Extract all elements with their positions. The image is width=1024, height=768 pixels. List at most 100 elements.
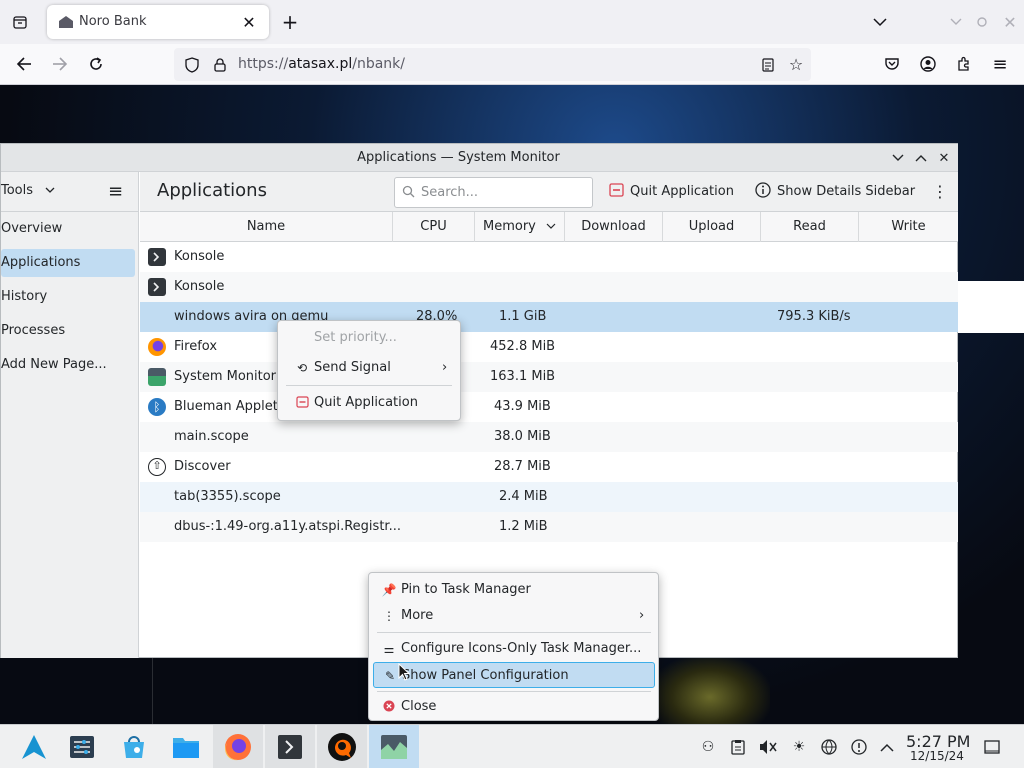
bluetooth-icon: ᛒ [148, 398, 166, 416]
bookmark-star-icon[interactable]: ☆ [784, 52, 808, 76]
file-manager-icon[interactable] [161, 725, 211, 768]
row-name: Konsole [174, 249, 225, 264]
firefox-taskbar-icon[interactable] [213, 725, 263, 768]
lock-icon[interactable] [208, 53, 232, 77]
brightness-icon[interactable]: ☀ [789, 737, 809, 757]
pin-icon: 📌 [381, 583, 397, 597]
hamburger-menu-icon[interactable]: ≡ [108, 181, 123, 202]
process-context-menu: Set priority... ⟲ Send Signal › Quit App… [277, 320, 461, 421]
firefox-icon [148, 338, 166, 356]
set-priority-menu-item[interactable]: Set priority... [282, 325, 457, 351]
column-write[interactable]: Write [859, 212, 958, 242]
quit-application-menu-item[interactable]: Quit Application [282, 390, 457, 416]
window-titlebar[interactable]: Applications — System Monitor ✕ [1, 144, 958, 172]
row-memory: 163.1 MiB [490, 369, 556, 384]
sidebar-item-add-page[interactable]: Add New Page... [1, 351, 135, 379]
search-placeholder: Search... [421, 185, 479, 200]
tools-menu[interactable]: Tools [1, 183, 55, 198]
mouse-cursor-icon [398, 662, 411, 685]
reader-view-icon[interactable] [756, 53, 780, 77]
pin-to-task-manager-menu-item[interactable]: 📌 Pin to Task Manager [373, 577, 655, 603]
forward-icon[interactable] [48, 52, 72, 76]
table-row[interactable]: Konsole [140, 242, 958, 272]
qemu-taskbar-icon[interactable] [317, 725, 367, 768]
discover-store-icon[interactable] [109, 725, 159, 768]
sidebar-item-processes[interactable]: Processes [1, 317, 135, 345]
more-options-icon[interactable]: ⋮ [932, 177, 948, 207]
table-row[interactable]: main.scope 38.0 MiB [140, 422, 958, 452]
row-name: System Monitor [174, 369, 277, 384]
table-row[interactable]: tab(3355).scope 2.4 MiB [140, 482, 958, 512]
tab-close-icon[interactable]: ✕ [237, 10, 261, 34]
page-header: Applications Search... Quit Application … [140, 172, 958, 212]
column-download[interactable]: Download [565, 212, 663, 242]
tracking-shield-icon[interactable] [180, 53, 204, 77]
url-bar[interactable]: https://atasax.pl/nbank/ ☆ [174, 48, 811, 81]
sidebar-item-history[interactable]: History [1, 283, 135, 311]
row-name: Firefox [174, 339, 218, 354]
desktop-glow [650, 655, 770, 725]
show-desktop-icon[interactable] [982, 737, 1002, 757]
column-memory[interactable]: Memory [475, 212, 565, 242]
show-panel-configuration-menu-item[interactable]: ✎ Show Panel Configuration [373, 662, 655, 688]
column-cpu[interactable]: CPU [393, 212, 475, 242]
column-upload[interactable]: Upload [663, 212, 761, 242]
quit-icon [609, 183, 624, 197]
close-menu-item[interactable]: Close [373, 694, 655, 720]
table-row[interactable]: System Monitor 163.1 MiB [140, 362, 958, 392]
minimize-icon[interactable] [888, 148, 908, 168]
application-launcher-icon[interactable] [9, 725, 59, 768]
table-row[interactable]: Konsole [140, 272, 958, 302]
network-tray-icon[interactable]: ⚇ [698, 737, 718, 757]
table-row[interactable]: Firefox 452.8 MiB [140, 332, 958, 362]
globe-network-icon[interactable] [819, 737, 839, 757]
info-icon [755, 182, 771, 198]
close-icon[interactable]: ✕ [934, 148, 954, 168]
back-icon[interactable] [12, 52, 36, 76]
sidebar-toolbar: Tools ≡ [1, 172, 139, 212]
maximize-icon[interactable] [911, 148, 931, 168]
quit-application-button[interactable]: Quit Application [609, 177, 734, 207]
menu-separator [286, 385, 452, 386]
system-monitor-icon [148, 368, 166, 386]
hamburger-menu-icon[interactable]: ≡ [988, 52, 1012, 76]
table-row[interactable]: dbus-:1.49-org.a11y.atspi.Registr... 1.2… [140, 512, 958, 542]
column-name[interactable]: Name [140, 212, 393, 242]
table-row[interactable]: ⇧ Discover 28.7 MiB [140, 452, 958, 482]
minimize-icon[interactable] [944, 10, 968, 34]
send-signal-icon: ⟲ [296, 361, 308, 375]
new-tab-icon[interactable]: + [278, 10, 302, 34]
browser-tab-active[interactable]: Noro Bank ✕ [47, 5, 269, 39]
clock-date[interactable]: 12/15/24 [910, 749, 964, 763]
search-input[interactable]: Search... [394, 177, 593, 208]
row-name: main.scope [174, 429, 249, 444]
konsole-icon [148, 248, 166, 266]
sidebar-item-overview[interactable]: Overview [1, 215, 135, 243]
show-details-sidebar-button[interactable]: Show Details Sidebar [755, 177, 915, 207]
konsole-taskbar-icon[interactable] [265, 725, 315, 768]
url-text[interactable]: https://atasax.pl/nbank/ [238, 56, 405, 72]
account-icon[interactable] [916, 52, 940, 76]
send-signal-menu-item[interactable]: ⟲ Send Signal › [282, 355, 457, 381]
window-close-icon[interactable]: ✕ [998, 10, 1022, 34]
table-row-selected[interactable]: windows avira on qemu 28.0% 1.1 GiB 795.… [140, 302, 958, 332]
reload-icon[interactable] [84, 52, 108, 76]
clipboard-tray-icon[interactable] [728, 737, 748, 757]
volume-muted-icon[interactable] [758, 737, 778, 757]
table-row[interactable]: ᛒ Blueman Applet 43.9 MiB [140, 392, 958, 422]
list-all-tabs-icon[interactable] [868, 10, 892, 34]
update-notifier-icon[interactable] [849, 737, 869, 757]
extensions-icon[interactable] [952, 52, 976, 76]
sidebar-item-applications[interactable]: Applications [1, 249, 135, 277]
taskbar: ⚇ ☀ 5:27 PM 12/15/24 [0, 724, 1024, 768]
settings-app-icon[interactable] [57, 725, 107, 768]
pocket-icon[interactable] [880, 52, 904, 76]
tab-title: Noro Bank [79, 14, 147, 29]
column-read[interactable]: Read [761, 212, 859, 242]
more-menu-item[interactable]: ⋮ More › [373, 603, 655, 629]
system-monitor-taskbar-icon[interactable] [369, 725, 419, 768]
maximize-icon[interactable] [970, 10, 994, 34]
configure-task-manager-menu-item[interactable]: ⚌ Configure Icons-Only Task Manager... [373, 636, 655, 662]
tab-list-icon[interactable] [8, 10, 32, 34]
expand-tray-icon[interactable] [877, 737, 897, 757]
